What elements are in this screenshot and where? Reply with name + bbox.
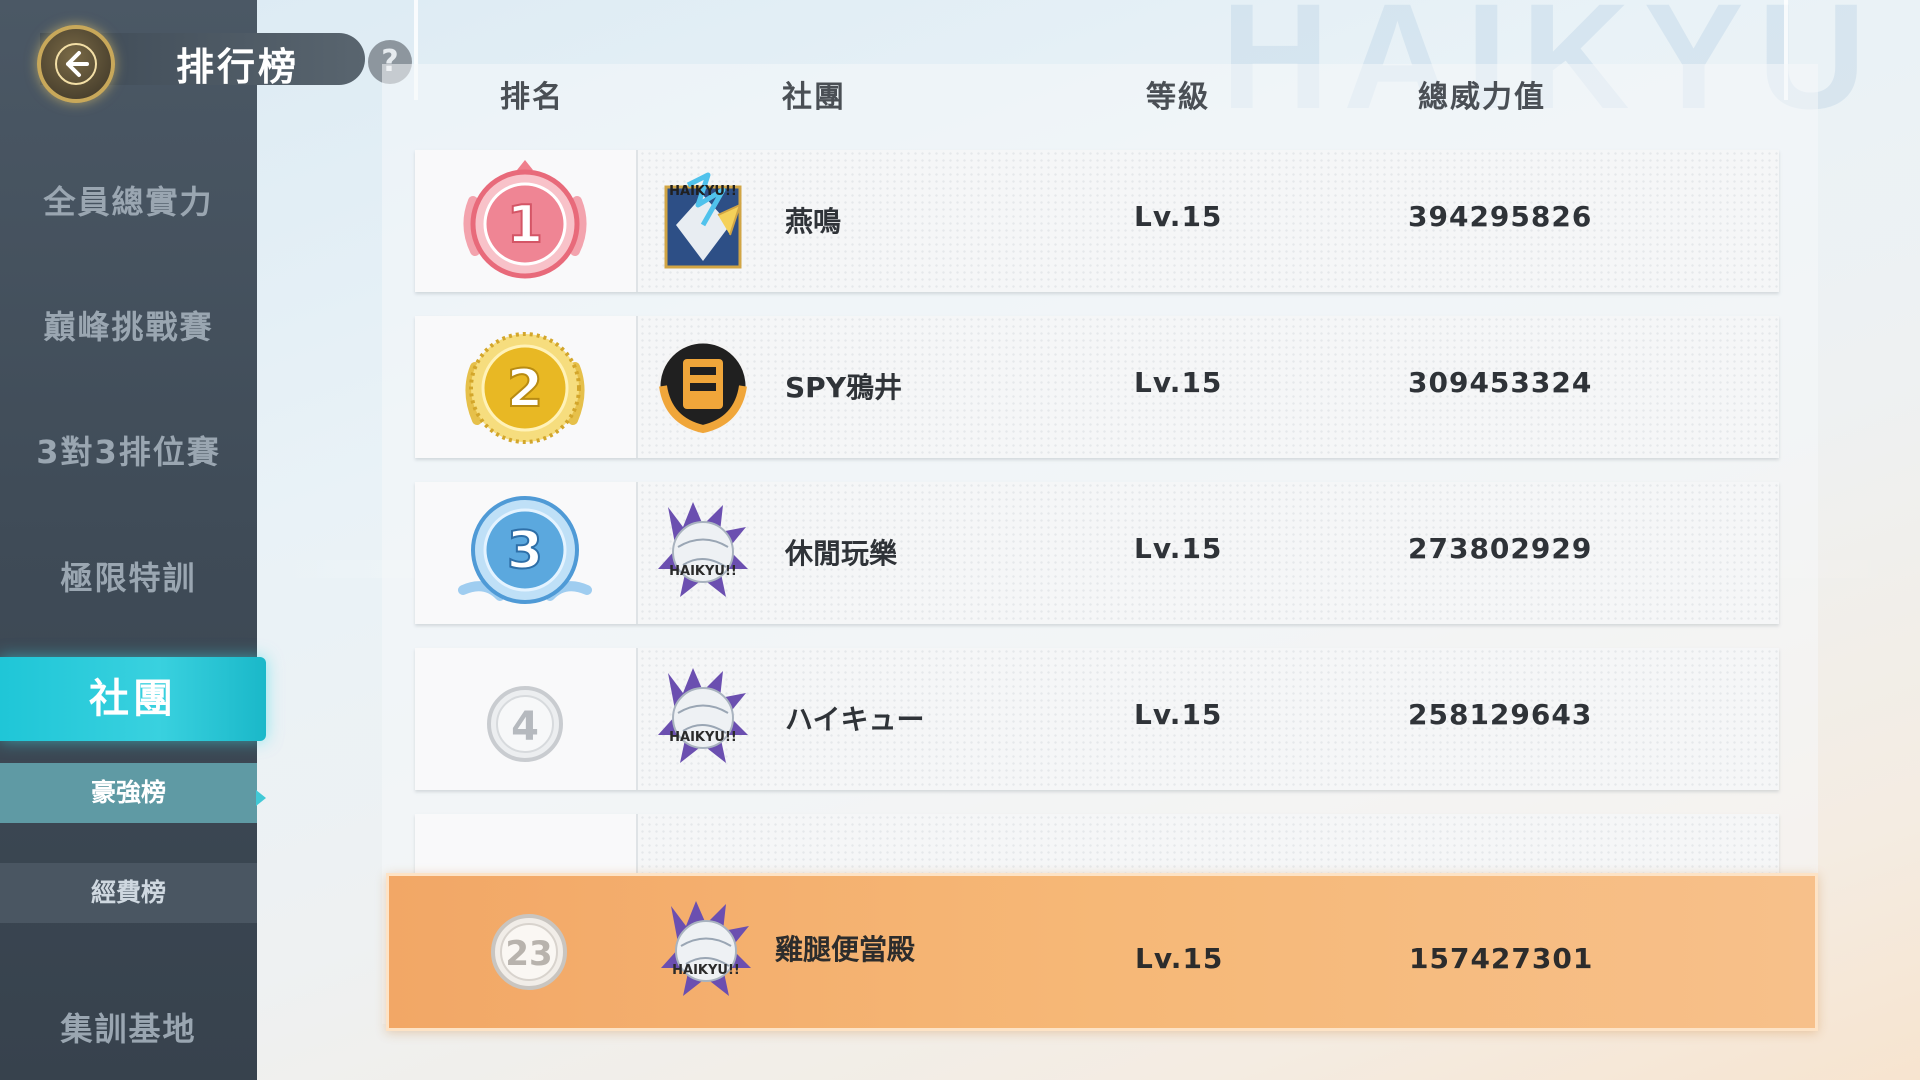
rank-2-medal-icon: 2 [465,332,585,444]
row-pattern [639,814,1779,874]
table-row[interactable]: 3 HAIKYU!! 休閒玩樂 Lv.15 273802929 [415,482,1779,624]
club-power: 157427301 [1409,942,1594,975]
club-name: 雞腿便當殿 [775,933,916,966]
divider [636,814,638,874]
club-level: Lv.15 [1134,200,1223,233]
column-header-level: 等級 [1146,80,1210,115]
club-level: Lv.15 [1135,942,1224,975]
svg-text:2: 2 [507,359,543,419]
column-header-club: 社團 [782,80,846,115]
sidebar-item-3v3-ranked[interactable]: 3對3排位賽 [0,427,257,473]
club-name: 休閒玩樂 [785,537,898,570]
club-name: ハイキュー [785,703,925,736]
club-name: SPY鴉井 [785,371,902,404]
svg-text:4: 4 [511,704,539,750]
club-level: Lv.15 [1134,366,1223,399]
back-button[interactable] [37,25,115,103]
rank-1-medal-icon: 1 [463,160,587,279]
svg-text:HAIKYU!!: HAIKYU!! [669,730,737,745]
rank-3-medal-icon: 3 [458,496,592,604]
divider [636,150,638,292]
club-name: 燕鳴 [785,205,842,238]
club-power: 309453324 [1408,366,1593,399]
club-level: Lv.15 [1134,532,1223,565]
svg-text:HAIKYU!!: HAIKYU!! [669,184,737,199]
divider [636,648,638,790]
divider [636,482,638,624]
club-power: 258129643 [1408,698,1593,731]
club-power: 394295826 [1408,200,1593,233]
club-logo-icon [657,340,749,434]
svg-text:23: 23 [505,934,552,974]
table-row[interactable]: 2 SPY鴉井 Lv.15 309453324 [415,316,1779,458]
my-club-row[interactable]: 23 HAIKYU!! 雞腿便當殿 Lv.15 157427301 [386,873,1818,1031]
svg-text:HAIKYU!!: HAIKYU!! [672,963,740,978]
sidebar-item-total-power[interactable]: 全員總實力 [0,177,257,223]
club-logo-icon: HAIKYU!! [661,901,751,996]
active-indicator-icon [256,790,266,806]
back-arrow-icon [55,43,97,85]
sidebar-item-peak-challenge[interactable]: 巔峰挑戰賽 [0,302,257,348]
svg-text:1: 1 [507,195,543,255]
club-logo-icon: HAIKYU!! [658,502,748,597]
sidebar-sub-funds-ranking[interactable]: 經費榜 [0,863,257,923]
divider [636,316,638,458]
rank-cell [415,814,637,874]
page-title: 排行榜 [176,45,300,89]
sidebar-item-club[interactable]: 社團 [0,657,266,741]
rank-badge-icon: 23 [491,914,567,990]
svg-text:HAIKYU!!: HAIKYU!! [669,564,737,579]
sidebar: 全員總實力 巔峰挑戰賽 3對3排位賽 極限特訓 豪強榜 經費榜 集訓基地 [0,0,257,1080]
sidebar-item-extreme-training[interactable]: 極限特訓 [0,553,257,599]
table-row[interactable]: 4 HAIKYU!! ハイキュー Lv.15 258129643 [415,648,1779,790]
sidebar-sub-strength-ranking[interactable]: 豪強榜 [0,763,257,823]
rank-badge-icon: 4 [487,686,563,762]
club-logo-icon: HAIKYU!! [664,172,742,269]
club-logo-icon: HAIKYU!! [658,668,748,763]
club-level: Lv.15 [1134,698,1223,731]
sidebar-item-training-base[interactable]: 集訓基地 [0,1004,257,1050]
svg-text:3: 3 [507,521,543,581]
column-header-rank: 排名 [500,80,564,115]
column-header-power: 總威力值 [1418,80,1546,115]
club-power: 273802929 [1408,532,1593,565]
table-row[interactable]: 1 HAIKYU!! 燕鳴 Lv.15 394295826 [415,150,1779,292]
table-row[interactable] [415,814,1779,874]
